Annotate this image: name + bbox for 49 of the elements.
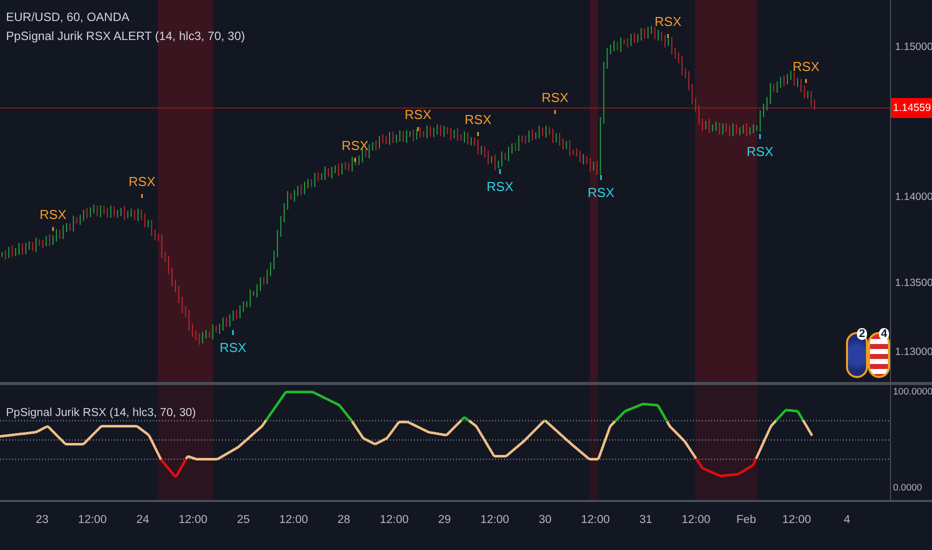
signal-marker-icon bbox=[417, 127, 419, 131]
symbol-title: EUR/USD, 60, OANDA bbox=[6, 10, 130, 24]
time-tick-label: 12:00 bbox=[781, 513, 812, 528]
signal-label: RSX bbox=[342, 138, 368, 153]
signal-label: RSX bbox=[588, 185, 614, 200]
signal-marker-icon bbox=[477, 132, 479, 136]
time-tick-label: 30 bbox=[538, 513, 553, 528]
signal-marker-icon bbox=[141, 194, 143, 198]
time-tick-label: 12:00 bbox=[178, 513, 208, 528]
time-tick-label: 23 bbox=[34, 513, 50, 528]
signal-label: RSX bbox=[542, 90, 568, 105]
time-tick-label: 12:00 bbox=[580, 513, 611, 528]
signal-marker-icon bbox=[554, 110, 556, 114]
time-tick-label: 25 bbox=[236, 513, 251, 528]
signal-marker-icon bbox=[232, 330, 234, 335]
signal-label: RSX bbox=[654, 14, 682, 29]
signal-label: RSX bbox=[220, 340, 246, 355]
signal-label: RSX bbox=[404, 107, 432, 122]
indicator-title: PpSignal Jurik RSX ALERT (14, hlc3, 70, 30) bbox=[6, 29, 246, 43]
time-tick-label: 12:00 bbox=[680, 513, 712, 528]
signal-marker-icon bbox=[759, 134, 761, 139]
oscillator-tick-label: 0.0000 bbox=[893, 482, 922, 494]
time-tick-label: 29 bbox=[437, 513, 452, 528]
time-tick-label: Feb bbox=[735, 513, 758, 528]
signal-marker-icon bbox=[667, 34, 669, 38]
time-tick-label: 4 bbox=[842, 513, 852, 528]
time-tick-label: 31 bbox=[638, 513, 654, 528]
signal-label: RSX bbox=[486, 179, 514, 194]
signal-label: RSX bbox=[128, 174, 156, 189]
oscillator-title: PpSignal Jurik RSX (14, hlc3, 70, 30) bbox=[6, 407, 196, 419]
signal-label: RSX bbox=[746, 144, 774, 159]
signal-marker-icon bbox=[499, 169, 501, 174]
time-tick-label: 12:00 bbox=[278, 513, 310, 528]
last-price-label: 1.14559 bbox=[891, 98, 932, 118]
signal-marker-icon bbox=[600, 175, 602, 180]
signal-label: RSX bbox=[464, 112, 492, 127]
time-tick-label: 12:00 bbox=[77, 513, 108, 528]
time-tick-label: 12:00 bbox=[378, 513, 410, 528]
signal-marker-icon bbox=[52, 227, 54, 231]
time-tick-label: 24 bbox=[135, 513, 150, 528]
signal-label: RSX bbox=[40, 207, 66, 222]
signal-label: RSX bbox=[792, 59, 820, 74]
signal-marker-icon bbox=[805, 79, 807, 83]
time-tick-label: 28 bbox=[336, 513, 352, 528]
event-count: 4 bbox=[879, 328, 890, 340]
oscillator-tick-label: 100.0000 bbox=[893, 386, 932, 398]
event-count: 2 bbox=[857, 328, 868, 340]
time-tick-label: 12:00 bbox=[479, 513, 510, 528]
signal-marker-icon bbox=[354, 158, 356, 162]
